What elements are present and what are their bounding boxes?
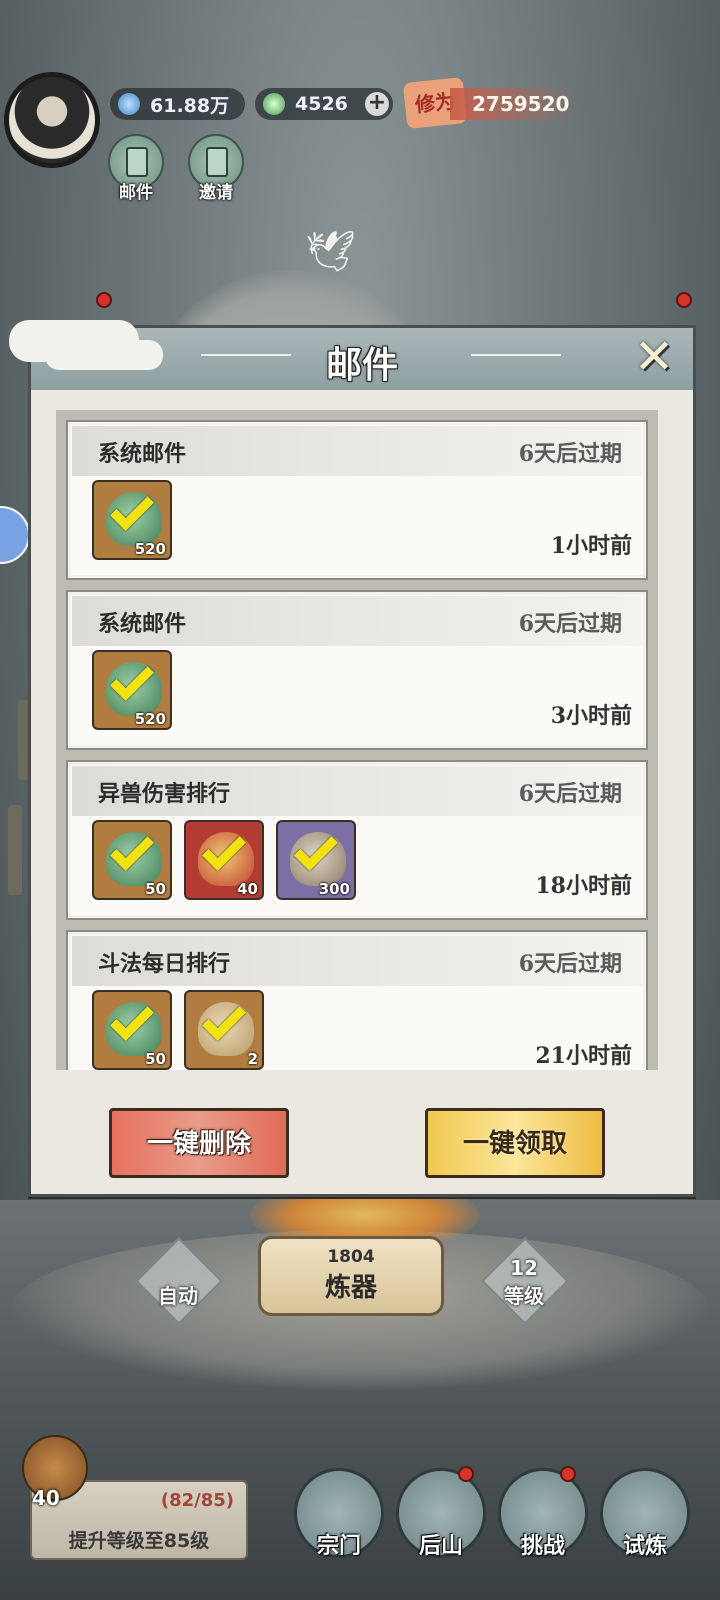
mail-item[interactable]: 异兽伤害排行 6天后过期 50 40 300 18小时前 <box>66 760 648 920</box>
reward-quantity: 50 <box>145 1050 166 1068</box>
player-avatar[interactable] <box>4 72 100 168</box>
mail-time: 1小时前 <box>550 533 632 559</box>
mail-title: 系统邮件 <box>98 441 187 467</box>
nav-challenge-label: 挑战 <box>520 1533 565 1559</box>
mail-time: 21小时前 <box>535 1043 632 1069</box>
mail-item[interactable]: 系统邮件 6天后过期 520 3小时前 <box>66 590 648 750</box>
invite-icon <box>206 147 228 177</box>
reward-item[interactable]: 300 <box>276 820 356 900</box>
power-value: 2759520 <box>450 88 575 120</box>
currency-2-value: 4526 <box>295 93 348 115</box>
mail-button-label: 邮件 <box>119 183 153 203</box>
mail-expire: 6天后过期 <box>518 441 622 467</box>
crane-icon: 🕊 <box>305 229 356 275</box>
delete-all-button[interactable]: 一键删除 <box>109 1108 289 1178</box>
task-text: 提升等级至85级 <box>68 1530 210 1552</box>
notification-dot <box>458 1466 474 1482</box>
reward-item[interactable]: 2 <box>184 990 264 1070</box>
mail-title: 异兽伤害排行 <box>98 781 231 807</box>
mail-item[interactable]: 系统邮件 6天后过期 520 1小时前 <box>66 420 648 580</box>
notification-dot <box>676 292 692 308</box>
reward-quantity: 520 <box>134 710 166 728</box>
mail-list[interactable]: 系统邮件 6天后过期 520 1小时前 系统邮件 6天后过期 520 3小时前 … <box>56 410 658 1070</box>
chest-level: 40 <box>32 1486 60 1510</box>
mail-dialog: 邮件 ✕ 系统邮件 6天后过期 520 1小时前 系统邮件 6天后过期 520 … <box>9 320 696 1197</box>
add-currency-button[interactable]: + <box>365 92 389 116</box>
reward-quantity: 40 <box>237 880 258 898</box>
reward-item[interactable]: 520 <box>92 480 172 560</box>
mail-expire: 6天后过期 <box>518 611 622 637</box>
mail-rewards: 520 <box>92 480 172 560</box>
forge-count: 1804 <box>327 1247 375 1267</box>
close-button[interactable]: ✕ <box>629 333 679 384</box>
mail-expire: 6天后过期 <box>518 951 622 977</box>
nav-trial-label: 试炼 <box>622 1533 667 1559</box>
auto-label: 自动 <box>158 1284 198 1308</box>
level-number: 12 <box>510 1256 538 1280</box>
reward-item[interactable]: 520 <box>92 650 172 730</box>
notification-dot <box>560 1466 576 1482</box>
jade-icon <box>263 93 285 115</box>
reward-item[interactable]: 50 <box>92 820 172 900</box>
mail-item[interactable]: 斗法每日排行 6天后过期 50 2 21小时前 <box>66 930 648 1070</box>
level-label: 等级 <box>504 1284 544 1308</box>
task-progress: (82/85) <box>160 1490 234 1511</box>
reward-quantity: 2 <box>247 1050 258 1068</box>
side-tab[interactable] <box>8 805 22 895</box>
invite-button-label: 邀请 <box>199 183 233 203</box>
reward-quantity: 300 <box>318 880 350 898</box>
currency-jade: 4526 + <box>255 88 393 120</box>
mail-time: 18小时前 <box>535 873 632 899</box>
mail-title: 系统邮件 <box>98 611 187 637</box>
nav-backmountain-label: 后山 <box>418 1533 463 1559</box>
mail-title: 斗法每日排行 <box>98 951 231 977</box>
claim-all-button[interactable]: 一键领取 <box>425 1108 605 1178</box>
mail-icon <box>126 147 148 177</box>
reward-item[interactable]: 50 <box>92 990 172 1070</box>
reward-item[interactable]: 40 <box>184 820 264 900</box>
mail-time: 3小时前 <box>550 703 632 729</box>
forge-label: 炼器 <box>324 1273 377 1303</box>
reward-quantity: 520 <box>134 540 166 558</box>
reward-quantity: 50 <box>145 880 166 898</box>
currency-1-value: 61.88万 <box>150 94 230 117</box>
mail-rewards: 50 2 <box>92 990 264 1070</box>
currency-spirit-stone: 61.88万 <box>110 88 245 120</box>
cloud-decoration <box>9 320 139 362</box>
nav-sect-label: 宗门 <box>316 1533 361 1559</box>
mail-rewards: 520 <box>92 650 172 730</box>
spirit-stone-icon <box>118 93 140 115</box>
close-icon: ✕ <box>633 329 675 385</box>
forge-button[interactable]: 1804 炼器 <box>258 1236 444 1316</box>
mail-expire: 6天后过期 <box>518 781 622 807</box>
notification-dot <box>96 292 112 308</box>
mail-rewards: 50 40 300 <box>92 820 356 900</box>
